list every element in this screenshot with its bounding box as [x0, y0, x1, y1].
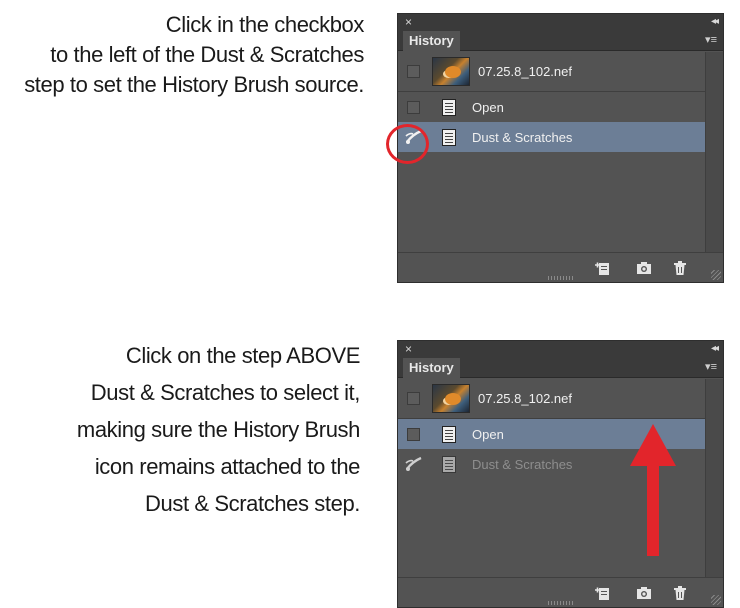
instruction-text-1: Click in the checkbox to the left of the…	[24, 10, 364, 100]
collapse-icon[interactable]: ◂◂	[711, 15, 719, 29]
instruction-line: Click on the step ABOVE	[125, 343, 361, 368]
tab-history[interactable]: History	[403, 31, 460, 51]
history-snapshot-row[interactable]: 07.25.8_102.nef	[398, 52, 705, 92]
document-state-icon	[442, 425, 456, 443]
panel-statusbar	[398, 577, 723, 607]
camera-icon[interactable]	[635, 259, 653, 277]
panel-titlebar: × ◂◂	[398, 14, 723, 30]
panel-menu-icon[interactable]: ▾≡	[705, 33, 717, 47]
instruction-line: making sure the History Brush	[76, 417, 360, 442]
resize-grip[interactable]	[548, 601, 574, 605]
instruction-text-2: Click on the step ABOVE Dust & Scratches…	[77, 337, 360, 522]
panel-tabbar: History ▾≡	[398, 30, 723, 51]
panel-menu-icon[interactable]: ▾≡	[705, 360, 717, 374]
instruction-line: Dust & Scratches to select it,	[90, 380, 361, 405]
annotation-circle	[386, 124, 429, 164]
instruction-line: icon remains attached to the	[94, 454, 361, 479]
new-document-icon[interactable]	[594, 584, 612, 602]
corner-resize-grip[interactable]	[711, 595, 721, 605]
document-state-icon	[442, 455, 456, 473]
close-icon[interactable]: ×	[405, 15, 412, 29]
history-source-checkbox[interactable]	[407, 427, 420, 441]
document-state-icon	[442, 128, 456, 146]
history-brush-icon[interactable]	[404, 456, 424, 472]
history-source-checkbox[interactable]	[407, 100, 420, 114]
snapshot-thumbnail	[432, 57, 470, 86]
instruction-line: Dust & Scratches step.	[145, 491, 360, 516]
panel-titlebar: × ◂◂	[398, 341, 723, 357]
scrollbar[interactable]	[705, 52, 723, 252]
corner-resize-grip[interactable]	[711, 270, 721, 280]
camera-icon[interactable]	[635, 584, 653, 602]
step-label: Dust & Scratches	[472, 456, 573, 472]
collapse-icon[interactable]: ◂◂	[711, 342, 719, 356]
panel-statusbar	[398, 252, 723, 282]
annotation-arrow	[630, 424, 676, 556]
history-list: 07.25.8_102.nef Open Dust & Scratches	[398, 52, 705, 252]
step-label: Open	[472, 99, 504, 115]
snapshot-label: 07.25.8_102.nef	[478, 391, 572, 406]
history-source-checkbox[interactable]	[407, 392, 420, 405]
history-step-dust-scratches[interactable]: Dust & Scratches	[398, 122, 705, 152]
trash-icon[interactable]	[671, 584, 689, 602]
step-label: Open	[472, 426, 504, 442]
snapshot-label: 07.25.8_102.nef	[478, 64, 572, 79]
history-source-checkbox[interactable]	[407, 65, 420, 78]
history-step-open[interactable]: Open	[398, 92, 705, 122]
scrollbar[interactable]	[705, 379, 723, 577]
resize-grip[interactable]	[548, 276, 574, 280]
trash-icon[interactable]	[671, 259, 689, 277]
instruction-line: to the left of the Dust & Scratches	[50, 42, 364, 67]
new-document-icon[interactable]	[594, 259, 612, 277]
instruction-line: Click in the checkbox	[165, 12, 365, 37]
close-icon[interactable]: ×	[405, 342, 412, 356]
snapshot-thumbnail	[432, 384, 470, 413]
document-state-icon	[442, 98, 456, 116]
step-label: Dust & Scratches	[472, 129, 573, 145]
instruction-line: step to set the History Brush source.	[24, 72, 364, 97]
panel-tabbar: History ▾≡	[398, 357, 723, 378]
tab-history[interactable]: History	[403, 358, 460, 378]
history-snapshot-row[interactable]: 07.25.8_102.nef	[398, 379, 705, 419]
history-panel-1: × ◂◂ History ▾≡ 07.25.8_102.nef Open Dus…	[397, 13, 724, 283]
